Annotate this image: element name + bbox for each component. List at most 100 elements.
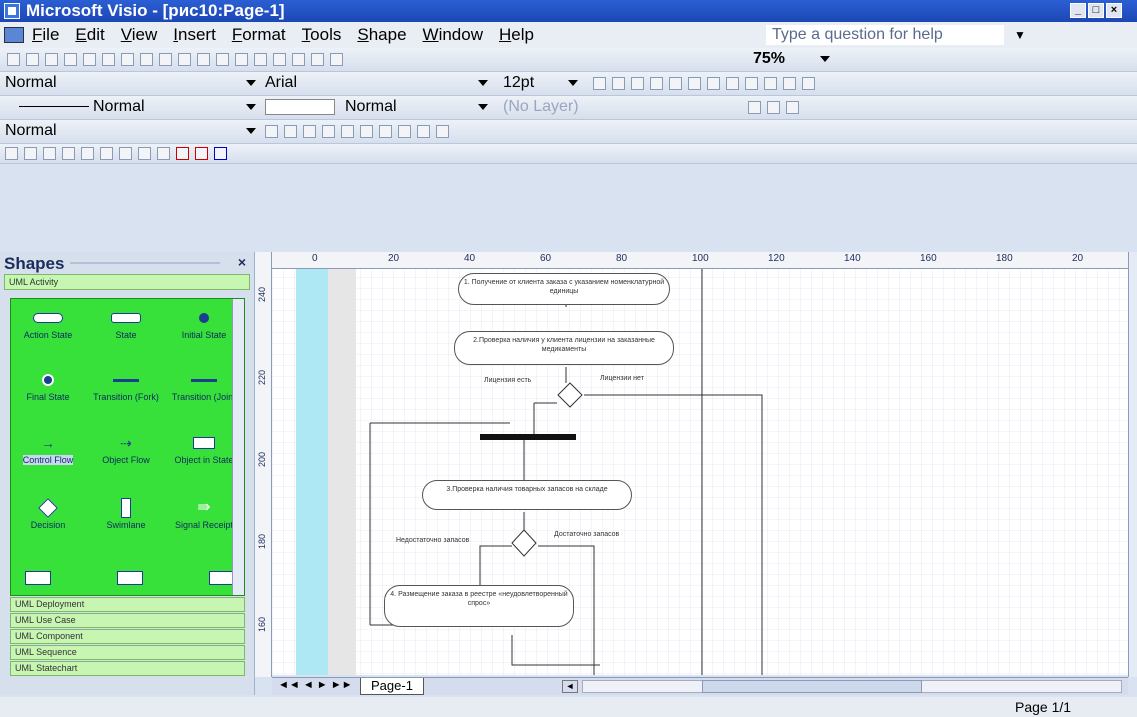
category-uml-sequence[interactable]: UML Sequence [10,645,245,660]
superscript-icon[interactable] [322,125,335,138]
underline-icon[interactable] [631,77,644,90]
text-style-combo[interactable]: Normal [2,122,258,142]
page-nav-icons[interactable]: ◄◄ ◄ ► ►► [278,679,353,691]
shape-state[interactable]: State [91,309,161,340]
document-icon[interactable] [4,27,24,43]
panel-grip[interactable] [70,262,220,264]
uml-report-icon[interactable] [119,147,132,160]
activity-node-2[interactable]: 2.Проверка наличия у клиента лицензии на… [454,331,674,365]
line-icon[interactable] [311,53,324,66]
undo-icon[interactable] [197,53,210,66]
line-style-dropdown-icon[interactable] [246,104,256,110]
tab-page-1[interactable]: Page-1 [360,678,424,695]
subscript-icon[interactable] [341,125,354,138]
font-size-combo[interactable]: 12pt [500,74,580,94]
menu-format[interactable]: Format [232,25,286,45]
shape-object-flow[interactable]: ⇢ Object Flow [91,434,161,465]
activity-node-3[interactable]: 3.Проверка наличия товарных запасов на с… [422,480,632,510]
line-ends-icon[interactable] [802,77,815,90]
shape-action-state[interactable]: Action State [13,309,83,340]
category-uml-deployment[interactable]: UML Deployment [10,597,245,612]
connector-icon[interactable] [254,53,267,66]
open-icon[interactable] [26,53,39,66]
corner-icon[interactable] [786,101,799,114]
uml-delete-icon[interactable] [214,147,227,160]
maximize-button[interactable]: □ [1088,3,1104,18]
paste-icon[interactable] [159,53,172,66]
visio-app-icon[interactable] [4,3,20,19]
align-middle-icon[interactable] [379,125,392,138]
shape-control-flow[interactable]: → Control Flow [13,434,83,465]
shape-initial-state[interactable]: Initial State [169,309,239,340]
italic-icon[interactable] [612,77,625,90]
uml-state-icon[interactable] [81,147,94,160]
note-icon[interactable] [117,571,143,585]
drawing-canvas[interactable]: 1. Получение от клиента заказа с указани… [272,255,1128,675]
shape-signal-receipt[interactable]: ⇛ Signal Receipt [169,499,239,531]
help-dropdown-icon[interactable]: ▼ [1014,28,1026,42]
shadow-icon[interactable] [767,101,780,114]
line-pattern-icon[interactable] [783,77,796,90]
cut-icon[interactable] [121,53,134,66]
spelling-icon[interactable] [102,53,115,66]
format-painter-icon[interactable] [178,53,191,66]
activity-node-1[interactable]: 1. Получение от клиента заказа с указани… [458,273,670,305]
menu-shape[interactable]: Shape [357,25,406,45]
panel-close-icon[interactable]: × [238,254,246,270]
menu-view[interactable]: View [121,25,158,45]
font-dropdown-icon[interactable] [478,80,488,86]
indent-icon[interactable] [436,125,449,138]
uml-navigator-icon[interactable] [5,147,18,160]
uml-sequence-icon[interactable] [157,147,170,160]
uml-diagram-icon[interactable] [62,147,75,160]
rectangle-icon[interactable] [292,53,305,66]
text-tool-icon[interactable] [273,53,286,66]
fill-style-combo[interactable]: Normal [262,98,490,118]
align-right-icon[interactable] [688,77,701,90]
text-style-dropdown-icon[interactable] [246,128,256,134]
minimize-button[interactable]: _ [1070,3,1086,18]
style-dropdown-icon[interactable] [246,80,256,86]
activity-node-4[interactable]: 4. Размещение заказа в реестре «неудовле… [384,585,574,627]
pointer-icon[interactable] [235,53,248,66]
category-uml-component[interactable]: UML Component [10,629,245,644]
font-combo[interactable]: Arial [262,74,490,94]
shape-transition-join[interactable]: Transition (Join) [169,371,239,402]
bullets-icon[interactable] [417,125,430,138]
shape-decision[interactable]: Decision [13,498,83,530]
uml-triangle-icon[interactable] [195,147,208,160]
fill-style-dropdown-icon[interactable] [478,104,488,110]
line-color-icon[interactable] [726,77,739,90]
align-bottom-icon[interactable] [398,125,411,138]
menu-window[interactable]: Window [423,25,483,45]
line-style-combo[interactable]: Normal [2,98,258,118]
signal-send-icon[interactable] [25,571,51,585]
uml-package-icon[interactable] [24,147,37,160]
fill-color-icon[interactable] [745,77,758,90]
font-size-dropdown-icon[interactable] [568,80,578,86]
menu-file[interactable]: File [32,25,59,45]
print-icon[interactable] [64,53,77,66]
copy-icon[interactable] [140,53,153,66]
redo-icon[interactable] [216,53,229,66]
uml-search-icon[interactable] [138,147,151,160]
decrease-font-icon[interactable] [284,125,297,138]
connector-style-icon[interactable] [748,101,761,114]
zoom-combo[interactable]: 75% [750,50,860,70]
increase-font-icon[interactable] [265,125,278,138]
category-uml-use-case[interactable]: UML Use Case [10,613,245,628]
menu-help[interactable]: Help [499,25,534,45]
hscroll-left-icon[interactable]: ◄ [562,680,578,693]
shape-transition-fork[interactable]: Transition (Fork) [91,371,161,402]
align-center-icon[interactable] [669,77,682,90]
zoom-dropdown-icon[interactable] [820,56,830,62]
preview-icon[interactable] [83,53,96,66]
close-button[interactable]: × [1106,3,1122,18]
uml-class-icon[interactable] [43,147,56,160]
vertical-scrollbar[interactable] [1128,252,1137,677]
uml-activity-icon[interactable] [100,147,113,160]
small-caps-icon[interactable] [303,125,316,138]
menu-insert[interactable]: Insert [173,25,216,45]
stencil-header-uml-activity[interactable]: UML Activity [4,274,250,290]
menu-edit[interactable]: Edit [75,25,104,45]
